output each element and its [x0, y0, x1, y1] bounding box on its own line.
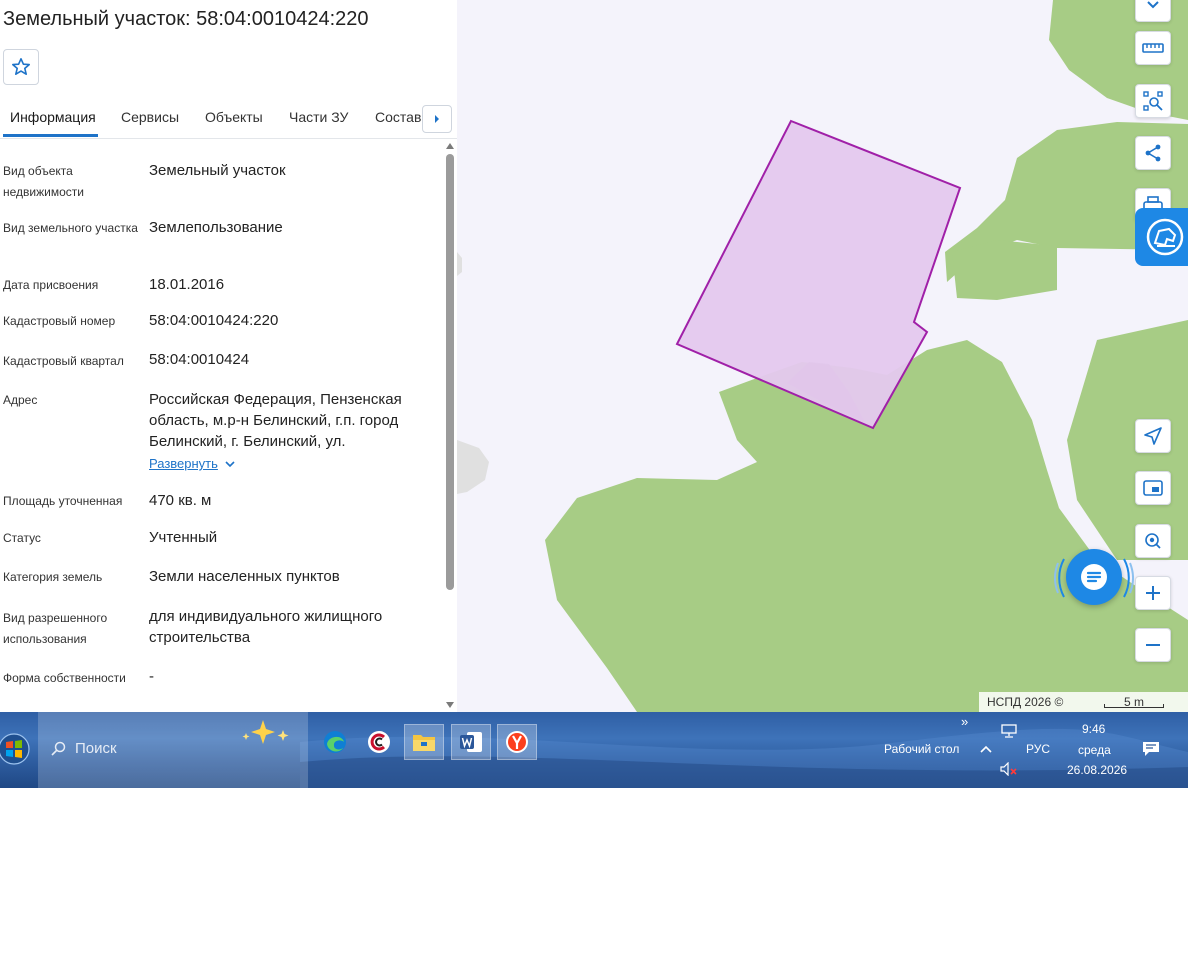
- tab-composition[interactable]: Состав: [375, 109, 421, 125]
- taskbar-ccleaner[interactable]: [359, 724, 399, 760]
- tab-parcel-parts[interactable]: Части ЗУ: [289, 109, 348, 125]
- field-label-ownership-form: Форма собственности: [3, 671, 126, 685]
- ccleaner-icon: [368, 731, 390, 753]
- field-value-status: Учтенный: [149, 529, 218, 546]
- field-value-land-category: Земли населенных пунктов: [149, 568, 340, 585]
- location-target-icon: [1145, 533, 1161, 549]
- attribution-text: НСПД 2026 ©: [987, 695, 1064, 709]
- show-hidden-icons-chevron-up-icon[interactable]: [979, 744, 993, 754]
- tab-objects[interactable]: Объекты: [205, 109, 263, 125]
- yandex-browser-icon: [506, 731, 528, 753]
- search-placeholder: Поиск: [75, 740, 117, 757]
- field-value-cadastral-quarter[interactable]: 58:04:0010424: [149, 349, 434, 370]
- field-value-assignment-date: 18.01.2016: [149, 276, 225, 293]
- layers-button[interactable]: [1135, 0, 1171, 22]
- toolbar-overflow-chevron[interactable]: »: [961, 714, 968, 729]
- field-label-land-type: Вид земельного участка: [3, 221, 138, 235]
- expand-label: Развернуть: [149, 456, 218, 471]
- chat-icon-circle[interactable]: [1066, 549, 1122, 605]
- field-label-permitted-use: Вид разрешенного использования: [3, 611, 108, 646]
- clock-weekday[interactable]: среда: [1078, 743, 1111, 757]
- area-select-button[interactable]: [1135, 84, 1171, 118]
- clock-time[interactable]: 9:46: [1082, 722, 1105, 736]
- search-icon: [51, 741, 66, 756]
- plus-icon: [1146, 586, 1160, 600]
- map-view[interactable]: НСПД 2026 © 5 m: [457, 0, 1188, 712]
- windows-taskbar: Поиск » Рабочий стол РУС 9:46 среда 26.0…: [0, 712, 1188, 788]
- field-label-cadastral-number: Кадастровый номер: [3, 314, 116, 328]
- field-label-object-type: Вид объекта недвижимости: [3, 164, 84, 199]
- field-value-ownership-form: -: [149, 668, 154, 685]
- taskbar-search-box[interactable]: Поиск: [38, 712, 308, 788]
- zoom-in-button[interactable]: [1135, 576, 1171, 610]
- taskbar-yandex-browser[interactable]: [497, 724, 537, 760]
- minimap-icon: [1143, 480, 1163, 496]
- field-value-object-type: Земельный участок: [149, 162, 286, 179]
- field-value-cadastral-number[interactable]: 58:04:0010424:220: [149, 310, 434, 331]
- edge-browser-icon: [324, 731, 346, 753]
- field-value-address: Российская Федерация, Пензенская область…: [149, 391, 402, 450]
- location-search-button[interactable]: [1135, 524, 1171, 558]
- tab-bar: Информация Сервисы Объекты Части ЗУ Сост…: [0, 100, 457, 139]
- folder-icon: [413, 735, 435, 751]
- page-title: Земельный участок: 58:04:0010424:220: [3, 8, 369, 30]
- minimap-button[interactable]: [1135, 471, 1171, 505]
- sparkle-icon: [242, 720, 289, 744]
- taskbar-word[interactable]: [451, 724, 491, 760]
- tab-information[interactable]: Информация: [10, 109, 96, 125]
- favorite-button[interactable]: [3, 49, 39, 85]
- taskbar-file-explorer[interactable]: [404, 724, 444, 760]
- notifications-icon[interactable]: [1142, 741, 1160, 757]
- field-value-land-type: Землепользование: [149, 219, 283, 236]
- scale-bar: [1104, 704, 1164, 708]
- chevron-right-icon: [435, 115, 439, 123]
- zoom-out-button[interactable]: [1135, 628, 1171, 662]
- share-button[interactable]: [1135, 136, 1171, 170]
- field-label-address: Адрес: [3, 393, 38, 407]
- field-label-assignment-date: Дата присвоения: [3, 278, 99, 292]
- taskbar-edge[interactable]: [315, 724, 355, 760]
- field-label-land-category: Категория земель: [3, 570, 103, 584]
- vegetation-area-right-lower: [952, 240, 1057, 300]
- share-icon: [1145, 144, 1161, 162]
- field-value-permitted-use: для индивидуального жилищного строительс…: [149, 608, 383, 646]
- active-tab-indicator: [3, 134, 98, 137]
- star-icon: [12, 58, 30, 75]
- field-label-cadastral-quarter: Кадастровый квартал: [3, 354, 124, 368]
- chat-button[interactable]: [1054, 539, 1134, 619]
- nspd-assistant-tab[interactable]: [1135, 208, 1188, 266]
- expand-address-link[interactable]: Развернуть: [149, 456, 236, 471]
- network-icon[interactable]: [1001, 724, 1017, 738]
- ruler-icon: [1142, 43, 1164, 53]
- desktop-toolbar-label[interactable]: Рабочий стол: [884, 742, 959, 756]
- windows-logo-icon: [0, 733, 30, 765]
- panel-scrollbar[interactable]: [444, 140, 456, 712]
- scroll-thumb[interactable]: [446, 154, 454, 590]
- chevron-down-icon: [1147, 1, 1159, 9]
- speaker-muted-icon[interactable]: [1000, 762, 1018, 776]
- nspd-logo-icon: [1146, 218, 1184, 256]
- select-area-icon: [1143, 91, 1163, 111]
- info-panel: Земельный участок: 58:04:0010424:220 Инф…: [0, 0, 457, 712]
- tab-services[interactable]: Сервисы: [121, 109, 179, 125]
- field-label-status: Статус: [3, 531, 41, 545]
- scroll-up-arrow[interactable]: [446, 143, 454, 149]
- field-label-area: Площадь уточненная: [3, 494, 123, 508]
- navigation-arrow-icon: [1144, 427, 1162, 445]
- input-language-indicator[interactable]: РУС: [1026, 742, 1050, 756]
- geolocation-button[interactable]: [1135, 419, 1171, 453]
- map-attribution: НСПД 2026 © 5 m: [979, 692, 1188, 712]
- word-icon: [460, 732, 482, 752]
- ruler-button[interactable]: [1135, 31, 1171, 65]
- chat-icon: [1081, 564, 1107, 590]
- field-value-area: 470 кв. м: [149, 492, 212, 509]
- tabs-scroll-right-button[interactable]: [422, 105, 452, 133]
- building-fragment: [457, 252, 462, 276]
- clock-date[interactable]: 26.08.2026: [1067, 763, 1127, 777]
- scroll-down-arrow[interactable]: [446, 702, 454, 708]
- start-button[interactable]: [0, 730, 32, 768]
- minus-icon: [1146, 644, 1160, 646]
- chevron-down-icon: [225, 460, 235, 467]
- building-fragment: [457, 440, 489, 494]
